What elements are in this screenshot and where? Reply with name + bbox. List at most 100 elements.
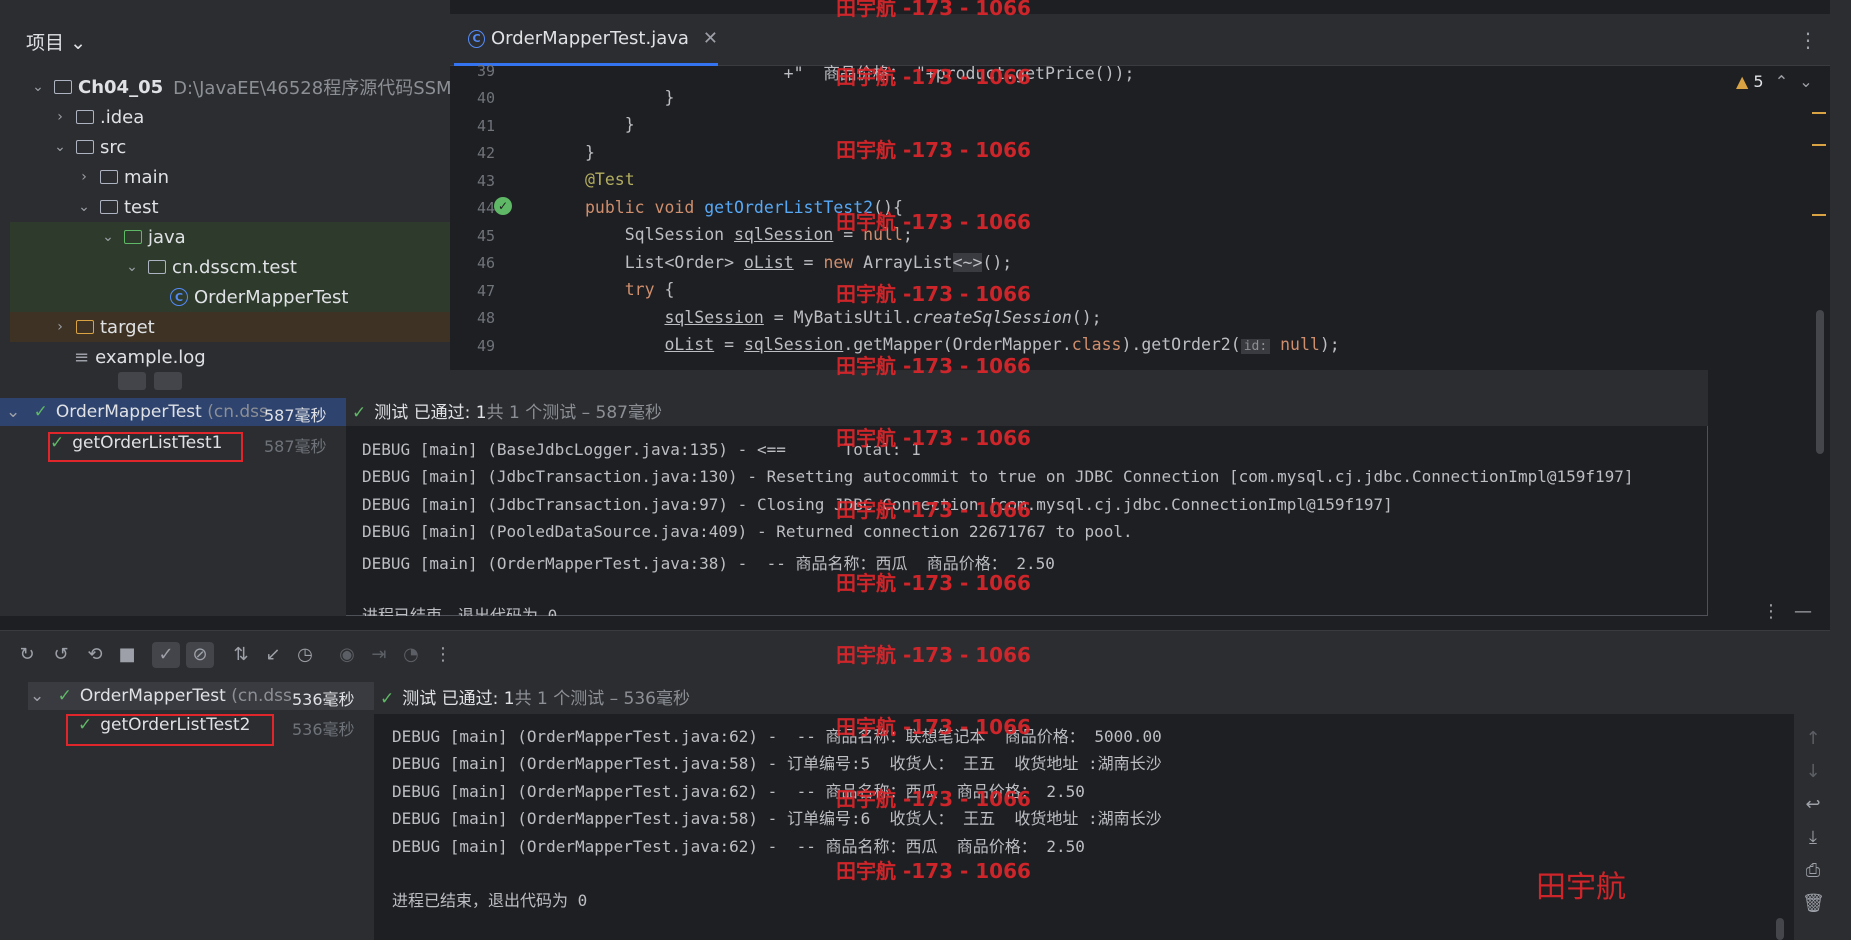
watermark: 田宇航 -173 - 1066 [836, 498, 1031, 522]
tree-item-label: example.log [95, 346, 206, 368]
console-line: 进程已结束，退出代码为 0 [392, 891, 588, 910]
chevron-up-icon[interactable]: ⌃ [1775, 72, 1788, 91]
tree-item-target[interactable]: › target [50, 312, 155, 342]
signature-watermark: 田宇航 [1536, 870, 1626, 905]
tree-item-module[interactable]: ⌄ Ch04_05 D:\JavaEE\46528程序源代码SSM-I [28, 72, 463, 102]
warning-marker [1812, 112, 1826, 114]
line-number: 42 [476, 144, 495, 162]
import-icon[interactable]: ⇥ [368, 644, 390, 666]
warning-marker [1812, 144, 1826, 146]
history-icon[interactable]: ◷ [294, 644, 316, 666]
tab-label: OrderMapperTest.java [490, 28, 689, 49]
show-passed-toggle[interactable] [118, 372, 146, 390]
chevron-down-icon: ⌄ [30, 686, 45, 706]
close-icon[interactable]: ✕ [703, 28, 718, 49]
soft-wrap-icon[interactable]: ↩ [1802, 794, 1824, 816]
tree-item-label: test [124, 196, 159, 218]
folder-icon [76, 110, 94, 124]
tree-item-log[interactable]: ≡ example.log [74, 342, 206, 372]
chevron-down-icon: ⌄ [102, 229, 114, 245]
status-total: 共 1 个测试 – 587毫秒 [486, 403, 662, 423]
chevron-down-icon: ⌄ [54, 139, 66, 155]
trash-icon[interactable]: 🗑 [1802, 893, 1825, 915]
more-options-icon[interactable]: ⋮ [1798, 28, 1818, 52]
tree-item-java[interactable]: ⌄ java [98, 222, 186, 252]
test-root-package: (cn.dss [207, 402, 268, 422]
tree-item-src[interactable]: ⌄ src [50, 132, 126, 162]
line-number: 43 [476, 172, 495, 190]
more-options-icon[interactable]: ⋮ [432, 644, 454, 666]
console-line: DEBUG [main] (JdbcTransaction.java:130) … [362, 467, 1634, 486]
show-ignored-icon[interactable]: ⊘ [186, 642, 214, 668]
text-file-icon: ≡ [74, 346, 90, 368]
tree-item-label: .idea [100, 106, 145, 128]
console-line: DEBUG [main] (OrderMapperTest.java:62) -… [392, 727, 1162, 746]
test-root-bottom[interactable]: ⌄ ✓ OrderMapperTest (cn.dss [30, 686, 292, 706]
console-scrollbar[interactable] [1776, 918, 1784, 940]
project-header[interactable]: 项目 ⌄ [26, 28, 86, 55]
class-icon: C [468, 29, 485, 48]
rerun-icon[interactable]: ↻ [16, 644, 38, 666]
show-passed-icon[interactable]: ✓ [152, 642, 180, 668]
test-status-bar-bottom: ✓ 测试 已通过: 1共 1 个测试 – 536毫秒 [374, 678, 1794, 714]
code-line: } [585, 88, 675, 107]
chevron-down-icon[interactable]: ⌄ [1799, 72, 1812, 91]
line-number: 48 [476, 309, 495, 327]
print-icon[interactable]: ⎙ [1802, 860, 1824, 882]
camera-icon[interactable]: ◉ [336, 644, 358, 666]
test-root-name: OrderMapperTest [79, 686, 226, 706]
chevron-down-icon: ⌄ [126, 259, 138, 275]
tree-item-main[interactable]: › main [74, 162, 169, 192]
inspection-widget[interactable]: ▲ 5 ⌃ ⌄ [1736, 72, 1813, 91]
watermark: 田宇航 -173 - 1066 [836, 65, 1031, 89]
chevron-down-icon: ⌄ [78, 199, 90, 215]
code-line: } [585, 143, 595, 162]
collapse-icon[interactable]: ↙ [262, 644, 284, 666]
console-line: DEBUG [main] (PooledDataSource.java:409)… [362, 522, 1133, 541]
test-status-bar-top: ✓ 测试 已通过: 1共 1 个测试 – 587毫秒 [346, 392, 1708, 426]
check-icon: ✓ [380, 689, 395, 709]
stop-icon[interactable]: ■ [116, 644, 138, 666]
tab-ordermappertest[interactable]: C OrderMapperTest.java ✕ [454, 14, 718, 66]
check-icon: ✓ [352, 403, 367, 423]
check-icon: ✓ [33, 402, 48, 422]
watermark: 田宇航 -173 - 1066 [836, 354, 1031, 378]
check-icon: ✓ [57, 686, 72, 706]
arrow-down-icon[interactable]: ↓ [1802, 761, 1824, 783]
tree-item-test[interactable]: ⌄ test [74, 192, 159, 222]
chevron-right-icon: › [81, 169, 87, 185]
run-test-icon[interactable]: ✓ [494, 197, 512, 215]
minimize-icon[interactable]: — [1792, 601, 1814, 623]
tree-item-package[interactable]: ⌄ cn.dsscm.test [122, 252, 297, 282]
folder-icon [76, 140, 94, 154]
test-root-top[interactable]: ⌄ ✓ OrderMapperTest (cn.dss [6, 402, 268, 422]
status-passed: 测试 已通过: 1 [402, 689, 515, 709]
watermark: 田宇航 -173 - 1066 [836, 210, 1031, 234]
tree-item-path: D:\JavaEE\46528程序源代码SSM-I [173, 78, 464, 99]
tree-item-label: src [100, 136, 127, 158]
rerun-failed-icon[interactable]: ↺ [50, 644, 72, 666]
line-number: 47 [476, 282, 495, 300]
scroll-to-end-icon[interactable]: ⤓ [1802, 827, 1824, 849]
test-root-package: (cn.dss [231, 686, 292, 706]
line-number: 40 [476, 89, 495, 107]
line-number: 44 [476, 199, 495, 217]
warning-marker [1812, 214, 1826, 216]
watermark: 田宇航 -173 - 1066 [836, 282, 1031, 306]
show-ignored-toggle[interactable] [154, 372, 182, 390]
editor-scrollbar[interactable] [1816, 310, 1824, 454]
arrow-up-icon[interactable]: ↑ [1802, 728, 1824, 750]
line-number: 49 [476, 337, 495, 355]
annotation-box [48, 432, 243, 462]
coverage-icon[interactable]: ◔ [400, 644, 422, 666]
test-item-duration: 536毫秒 [292, 720, 355, 739]
sort-icon[interactable]: ⇅ [230, 644, 252, 666]
tree-item-idea[interactable]: › .idea [50, 102, 144, 132]
console-line: 进程已结束，退出代码为 0 [362, 606, 558, 616]
tree-item-class[interactable]: C OrderMapperTest [170, 282, 349, 312]
more-options-icon[interactable]: ⋮ [1760, 601, 1782, 623]
toggle-auto-test-icon[interactable]: ⟲ [84, 644, 106, 666]
tree-item-label: java [148, 226, 186, 248]
test-root-duration: 587毫秒 [264, 406, 327, 425]
watermark: 田宇航 -173 - 1066 [836, 859, 1031, 883]
